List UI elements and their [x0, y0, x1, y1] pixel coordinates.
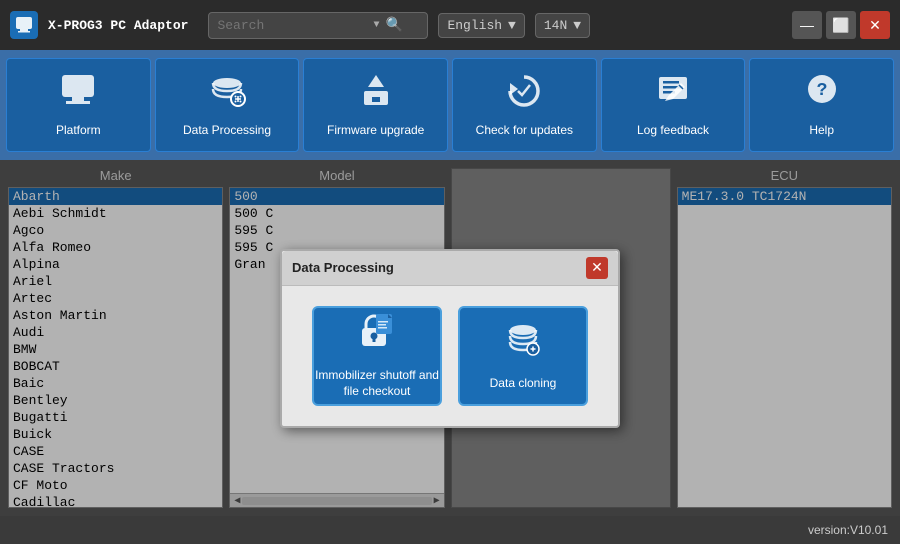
- version-dropdown-icon: ▼: [573, 18, 581, 33]
- nav-firmware-label: Firmware upgrade: [327, 123, 424, 137]
- search-input[interactable]: [217, 18, 367, 33]
- version-selector[interactable]: 14N ▼: [535, 13, 590, 38]
- firmware-icon: [356, 73, 396, 117]
- immobilizer-icon: [358, 312, 396, 360]
- nav-check-updates-label: Check for updates: [476, 123, 573, 137]
- language-label: English: [447, 18, 502, 33]
- nav-data-processing-label: Data Processing: [183, 123, 271, 137]
- help-icon: ?: [802, 73, 842, 117]
- version-text: version:V10.01: [808, 523, 888, 537]
- window-controls: — ⬜ ✕: [792, 11, 890, 39]
- nav-item-platform[interactable]: Platform: [6, 58, 151, 152]
- nav-item-firmware[interactable]: Firmware upgrade: [303, 58, 448, 152]
- close-button[interactable]: ✕: [860, 11, 890, 39]
- status-bar: version:V10.01: [0, 516, 900, 544]
- nav-item-help[interactable]: ? Help: [749, 58, 894, 152]
- nav-help-label: Help: [809, 123, 834, 137]
- log-feedback-icon: [653, 73, 693, 117]
- immobilizer-label: Immobilizer shutoff and file checkout: [314, 368, 440, 399]
- data-processing-icon: [207, 73, 247, 117]
- modal-body: Immobilizer shutoff and file checkout: [282, 286, 618, 426]
- modal-close-button[interactable]: ✕: [586, 257, 608, 279]
- modal-overlay[interactable]: Data Processing ✕: [0, 160, 900, 516]
- modal-title-bar: Data Processing ✕: [282, 251, 618, 286]
- title-bar: X-PROG3 PC Adaptor ▼ 🔍 English ▼ 14N ▼ —…: [0, 0, 900, 50]
- platform-icon: [58, 73, 98, 117]
- minimize-button[interactable]: —: [792, 11, 822, 39]
- language-selector[interactable]: English ▼: [438, 13, 524, 38]
- data-cloning-icon: [504, 320, 542, 368]
- language-dropdown-icon: ▼: [508, 18, 516, 33]
- nav-log-feedback-label: Log feedback: [637, 123, 709, 137]
- main-content: Make AbarthAebi SchmidtAgcoAlfa RomeoAlp…: [0, 160, 900, 516]
- nav-platform-label: Platform: [56, 123, 101, 137]
- search-icon[interactable]: 🔍: [385, 17, 402, 34]
- search-box[interactable]: ▼ 🔍: [208, 12, 428, 39]
- data-processing-modal: Data Processing ✕: [280, 249, 620, 428]
- nav-bar: Platform Data Processing: [0, 50, 900, 160]
- check-updates-icon: [504, 73, 544, 117]
- data-cloning-option[interactable]: Data cloning: [458, 306, 588, 406]
- nav-item-data-processing[interactable]: Data Processing: [155, 58, 300, 152]
- version-label: 14N: [544, 18, 567, 33]
- nav-item-check-updates[interactable]: Check for updates: [452, 58, 597, 152]
- nav-item-log-feedback[interactable]: Log feedback: [601, 58, 746, 152]
- modal-title: Data Processing: [292, 260, 394, 275]
- search-dropdown-icon: ▼: [373, 20, 379, 31]
- app-logo: [10, 11, 38, 39]
- maximize-button[interactable]: ⬜: [826, 11, 856, 39]
- svg-text:?: ?: [816, 81, 827, 101]
- immobilizer-option[interactable]: Immobilizer shutoff and file checkout: [312, 306, 442, 406]
- data-cloning-label: Data cloning: [490, 376, 557, 392]
- app-title: X-PROG3 PC Adaptor: [48, 18, 188, 33]
